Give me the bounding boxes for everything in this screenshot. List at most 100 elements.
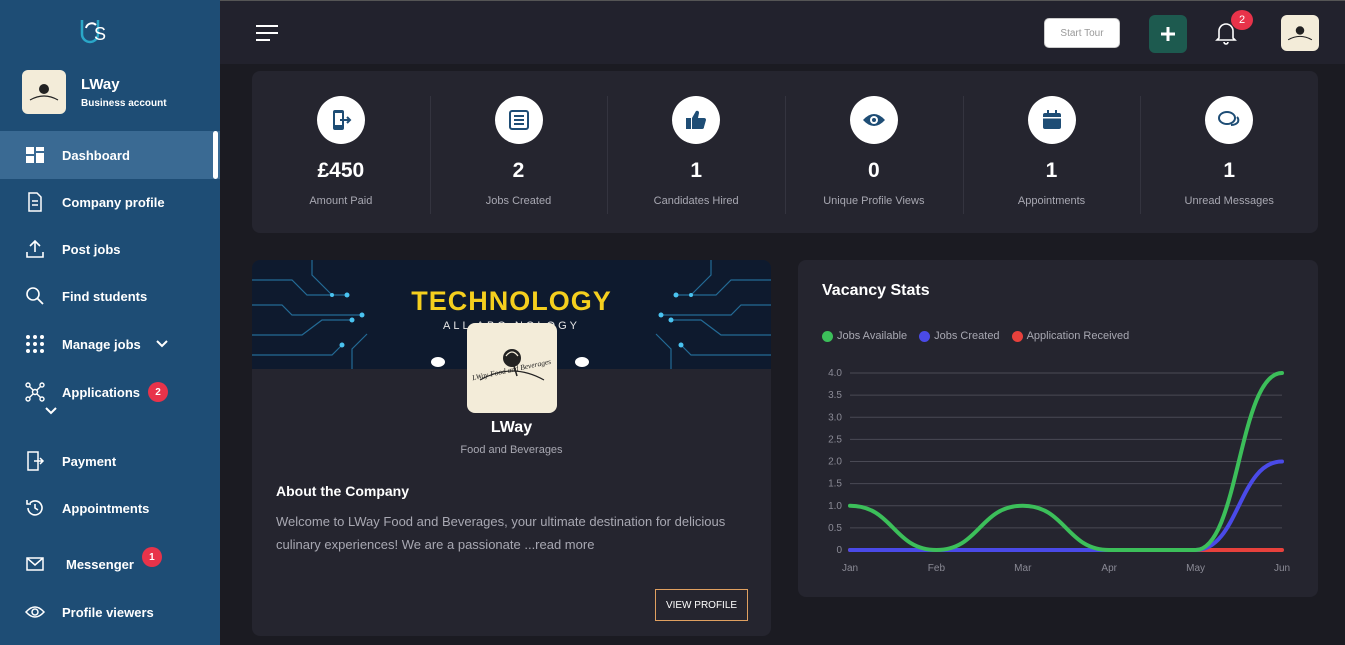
list-icon xyxy=(494,96,543,144)
start-tour-button[interactable]: Start Tour xyxy=(1044,18,1120,48)
stats-panel: £450 Amount Paid 2 Jobs Created 1 Candid… xyxy=(252,71,1318,233)
top-bar: Start Tour 2 xyxy=(220,0,1345,64)
stat-label: Jobs Created xyxy=(485,195,552,207)
sidebar-item-label: Messenger xyxy=(66,556,134,572)
company-logo-icon xyxy=(1287,26,1313,41)
eye-icon xyxy=(24,601,46,623)
x-tick-label: Apr xyxy=(1101,563,1117,574)
vacancy-line-chart: 0 0.5 1.0 1.5 2.0 2.5 3.0 3.5 4.0 Jan Feb Mar Apr May… xyxy=(828,368,1290,574)
stat-label: Unread Messages xyxy=(1184,195,1274,207)
banner-dot xyxy=(575,357,589,367)
stat-label: Candidates Hired xyxy=(653,195,739,207)
read-more-link[interactable]: ...read more xyxy=(524,537,594,552)
x-tick-label: Mar xyxy=(1014,563,1032,574)
sidebar-item-company-profile[interactable]: Company profile xyxy=(0,178,220,226)
y-tick-label: 4.0 xyxy=(828,368,842,379)
mail-icon xyxy=(24,553,46,575)
chevron-down-icon[interactable] xyxy=(155,337,169,351)
y-tick-label: 3.5 xyxy=(828,390,842,401)
document-icon xyxy=(24,191,46,213)
calendar-icon xyxy=(1027,96,1076,144)
stat-value: 0 xyxy=(868,159,880,182)
sidebar-item-manage-jobs[interactable]: Manage jobs xyxy=(0,320,220,368)
sidebar-item-label: Payment xyxy=(62,453,117,469)
add-button[interactable] xyxy=(1149,15,1187,53)
stat-value: 2 xyxy=(512,159,525,182)
app-logo-icon[interactable]: S xyxy=(74,14,110,50)
x-tick-label: May xyxy=(1186,563,1205,574)
eye-icon xyxy=(849,96,898,144)
sidebar-item-label: Post jobs xyxy=(62,241,121,257)
company-category: Food and Beverages xyxy=(460,444,563,456)
sidebar-item-applications[interactable]: Applications 2 xyxy=(0,368,220,416)
y-tick-label: 1.0 xyxy=(828,501,842,512)
upload-icon xyxy=(24,238,46,260)
company-name: LWay xyxy=(490,419,533,436)
dashboard-icon xyxy=(24,144,46,166)
stat-candidates-hired: 1 Candidates Hired xyxy=(607,71,785,233)
search-icon xyxy=(24,285,46,307)
plus-icon xyxy=(1161,27,1175,41)
stat-value: 1 xyxy=(1223,159,1236,182)
sidebar-item-post-jobs[interactable]: Post jobs xyxy=(0,225,220,273)
account-name: LWay xyxy=(81,75,120,93)
sidebar-item-label: Applications xyxy=(62,384,141,400)
sidebar-item-profile-viewers[interactable]: Profile viewers xyxy=(0,588,220,636)
banner-dot xyxy=(431,357,445,367)
stat-label: Appointments xyxy=(1017,195,1086,207)
y-tick-label: 0 xyxy=(836,545,842,556)
sidebar-item-label: Dashboard xyxy=(62,147,130,163)
chat-icon xyxy=(1205,96,1254,144)
company-logo-icon: LWay Food and Beverages xyxy=(470,349,552,383)
user-avatar[interactable] xyxy=(1281,15,1319,51)
y-tick-label: 3.0 xyxy=(828,412,842,423)
vacancy-stats-card: Vacancy Stats Jobs Available Jobs Create… xyxy=(798,260,1318,597)
sidebar-item-find-students[interactable]: Find students xyxy=(0,272,220,320)
company-profile-card: TECHNOLOGY ALL ABO NOLOGY LWay Food and … xyxy=(252,260,771,636)
svg-text:S: S xyxy=(94,24,106,44)
chevron-down-icon[interactable] xyxy=(44,404,58,418)
payment-icon xyxy=(316,96,365,144)
account-avatar[interactable] xyxy=(22,70,66,114)
sidebar-item-messenger[interactable]: Messenger 1 xyxy=(0,540,220,588)
thumbs-up-icon xyxy=(672,96,721,144)
about-text: Welcome to LWay Food and Beverages, your… xyxy=(276,510,746,556)
company-logo[interactable]: LWay Food and Beverages xyxy=(467,323,557,413)
y-tick-label: 1.5 xyxy=(828,479,842,490)
sidebar-item-payment[interactable]: Payment xyxy=(0,437,220,485)
menu-icon[interactable] xyxy=(256,23,278,43)
sidebar: S LWay Business account Dashboard Compan… xyxy=(0,0,220,645)
view-profile-button[interactable]: VIEW PROFILE xyxy=(655,589,748,621)
sidebar-item-label: Find students xyxy=(62,288,148,304)
about-title: About the Company xyxy=(276,483,409,499)
stat-label: Amount Paid xyxy=(309,195,373,207)
network-icon xyxy=(24,381,46,403)
account-type: Business account xyxy=(81,97,167,109)
sidebar-item-appointments[interactable]: Appointments xyxy=(0,484,220,532)
grid-icon xyxy=(24,333,46,355)
stat-value: 1 xyxy=(1045,159,1058,182)
history-icon xyxy=(24,497,46,519)
sidebar-item-label: Profile viewers xyxy=(62,604,154,620)
messenger-count-badge: 1 xyxy=(141,547,162,567)
stat-profile-views: 0 Unique Profile Views xyxy=(785,71,963,233)
stat-appointments: 1 Appointments xyxy=(962,71,1141,233)
y-tick-label: 2.0 xyxy=(828,457,842,468)
account-info[interactable]: LWay Business account xyxy=(22,70,167,114)
company-logo-icon xyxy=(29,84,59,101)
stat-value: 1 xyxy=(690,159,703,182)
stat-amount-paid: £450 Amount Paid xyxy=(252,71,430,233)
sidebar-item-dashboard[interactable]: Dashboard xyxy=(0,131,220,179)
banner-title: TECHNOLOGY xyxy=(411,286,612,316)
y-tick-label: 0.5 xyxy=(828,523,842,534)
sidebar-item-label: Appointments xyxy=(62,500,150,516)
stat-unread-messages: 1 Unread Messages xyxy=(1140,71,1318,233)
y-tick-label: 2.5 xyxy=(828,434,842,445)
about-body: Welcome to LWay Food and Beverages, your… xyxy=(276,514,726,552)
stat-label: Unique Profile Views xyxy=(823,195,925,207)
payment-icon xyxy=(24,450,46,472)
applications-count-badge: 2 xyxy=(148,382,169,402)
x-tick-label: Feb xyxy=(928,563,946,574)
sidebar-item-label: Company profile xyxy=(62,194,165,210)
sidebar-item-label: Manage jobs xyxy=(62,336,141,352)
